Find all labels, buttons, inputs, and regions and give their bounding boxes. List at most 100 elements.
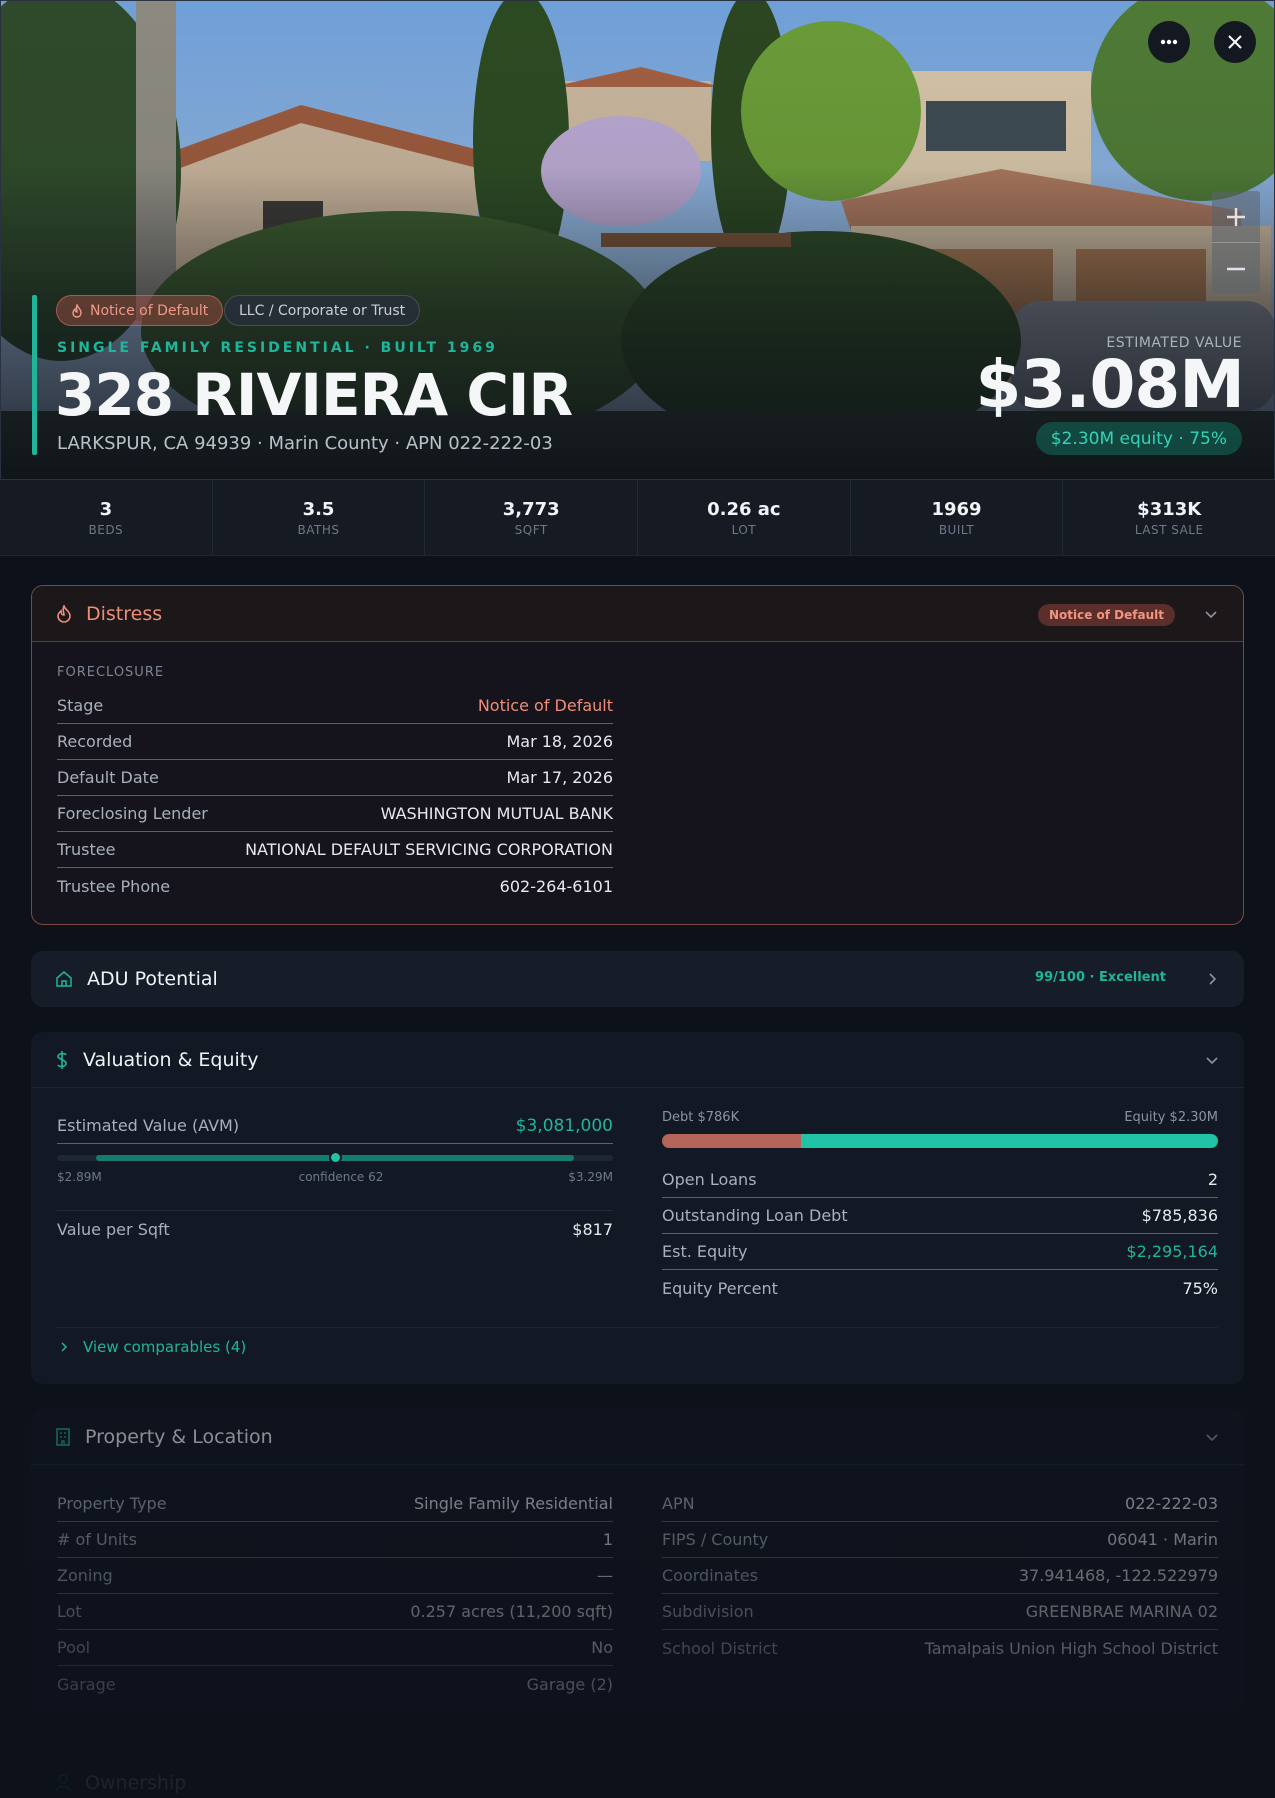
ownership-header[interactable]: Ownership <box>31 1755 1244 1798</box>
zoning-row: Zoning — <box>57 1558 613 1594</box>
close-icon <box>1228 35 1242 49</box>
distress-row-lender: Foreclosing Lender WASHINGTON MUTUAL BANK <box>57 796 613 832</box>
row-value: — <box>597 1566 613 1585</box>
row-label: Equity Percent <box>662 1278 778 1298</box>
distress-header[interactable]: Distress Notice of Default <box>32 586 1243 642</box>
minus-icon <box>1227 267 1245 270</box>
more-options-button[interactable] <box>1148 21 1190 63</box>
row-value: $817 <box>572 1220 613 1239</box>
adu-header[interactable]: ADU Potential 99/100 · Excellent <box>31 951 1244 1007</box>
row-value: 06041 · Marin <box>1107 1530 1218 1549</box>
stat-value: 0.26 ac <box>707 499 781 520</box>
foreclosure-section-label: FORECLOSURE <box>57 665 165 680</box>
row-value: 602-264-6101 <box>499 876 613 896</box>
debt-label: Debt $786K <box>662 1110 740 1125</box>
ownership-title: Ownership <box>85 1772 187 1794</box>
stat-label: BUILT <box>938 523 975 537</box>
close-button[interactable] <box>1214 21 1256 63</box>
view-comparables-label: View comparables (4) <box>83 1338 247 1356</box>
stat-label: SQFT <box>514 523 548 537</box>
adu-score: 99/100 · Excellent <box>1035 970 1166 985</box>
row-label: Garage <box>57 1674 116 1694</box>
adu-title: ADU Potential <box>87 968 218 990</box>
row-label: Lot <box>57 1602 82 1621</box>
debt-segment <box>662 1134 801 1148</box>
row-value: $2,295,164 <box>1126 1242 1218 1261</box>
subdivision-row: Subdivision GREENBRAE MARINA 02 <box>662 1594 1218 1630</box>
row-value: 2 <box>1207 1170 1218 1189</box>
row-label: Property Type <box>57 1494 167 1513</box>
row-label: Default Date <box>57 768 159 787</box>
row-label: Trustee <box>57 840 116 859</box>
distress-row-recorded: Recorded Mar 18, 2026 <box>57 724 613 760</box>
ownership-card[interactable]: Ownership <box>31 1755 1244 1798</box>
equity-percent-row: Equity Percent 75% <box>662 1270 1218 1306</box>
flame-icon <box>72 303 82 318</box>
avm-row: Estimated Value (AVM) $3,081,000 <box>57 1108 613 1144</box>
distress-card: Distress Notice of Default FORECLOSURE S… <box>31 585 1244 925</box>
row-value: WASHINGTON MUTUAL BANK <box>380 804 613 823</box>
stat-value: 3 <box>99 499 113 520</box>
valuation-equity-card: Valuation & Equity Estimated Value (AVM)… <box>31 1032 1244 1384</box>
distress-title: Distress <box>86 602 163 625</box>
row-value: Mar 17, 2026 <box>506 768 613 787</box>
property-address: 328 RIVIERA CIR <box>55 361 573 429</box>
row-label: Zoning <box>57 1566 113 1585</box>
zoom-out-button[interactable] <box>1212 243 1260 294</box>
distress-row-default-date: Default Date Mar 17, 2026 <box>57 760 613 796</box>
row-value: 37.941468, -122.522979 <box>1018 1566 1218 1585</box>
row-label: Coordinates <box>662 1566 759 1585</box>
row-label: Outstanding Loan Debt <box>662 1206 848 1225</box>
owner-type-label: LLC / Corporate or Trust <box>239 302 406 319</box>
equity-pill: $2.30M equity · 75% <box>1035 422 1242 455</box>
row-value: 75% <box>1182 1278 1218 1298</box>
building-icon <box>56 1427 70 1446</box>
stat-value: $313K <box>1137 499 1202 520</box>
row-value: Mar 18, 2026 <box>506 732 613 751</box>
row-label: Subdivision <box>662 1602 754 1621</box>
chevron-down-icon[interactable] <box>1204 1052 1220 1068</box>
row-value: 0.257 acres (11,200 sqft) <box>410 1602 613 1621</box>
stat-label: LAST SALE <box>1134 523 1204 537</box>
units-row: # of Units 1 <box>57 1522 613 1558</box>
adu-potential-card[interactable]: ADU Potential 99/100 · Excellent <box>31 951 1244 1007</box>
row-value: NATIONAL DEFAULT SERVICING CORPORATION <box>245 840 613 859</box>
valuation-header[interactable]: Valuation & Equity <box>31 1032 1244 1088</box>
dollar-icon <box>57 1050 67 1069</box>
zoom-in-button[interactable] <box>1212 191 1260 242</box>
row-label: Est. Equity <box>662 1242 748 1261</box>
chevron-down-icon[interactable] <box>1203 606 1219 622</box>
loan-debt-row: Outstanding Loan Debt $785,836 <box>662 1198 1218 1234</box>
chevron-right-icon[interactable] <box>1204 971 1220 987</box>
range-high: $3.29M <box>568 1170 613 1184</box>
row-label: Open Loans <box>662 1170 757 1189</box>
chevron-right-icon <box>61 1342 68 1352</box>
confidence-range-bar <box>57 1151 613 1164</box>
distress-row-trustee: Trustee NATIONAL DEFAULT SERVICING CORPOR… <box>57 832 613 868</box>
view-comparables-link[interactable]: View comparables (4) <box>57 1338 246 1356</box>
property-header[interactable]: Property & Location <box>31 1409 1244 1465</box>
row-value: Single Family Residential <box>414 1494 613 1513</box>
row-value: GREENBRAE MARINA 02 <box>1025 1602 1218 1621</box>
stat-value: 3.5 <box>302 499 335 520</box>
school-district-row: School District Tamalpais Union High Scho… <box>662 1630 1218 1666</box>
property-type-eyebrow: SINGLE FAMILY RESIDENTIAL · BUILT 1969 <box>57 340 498 356</box>
distress-status-badge: Notice of Default <box>1037 604 1175 626</box>
stat-lot: 0.26 ac LOT <box>638 480 851 555</box>
garage-row: Garage Garage (2) <box>57 1666 613 1702</box>
valuation-title: Valuation & Equity <box>83 1048 259 1071</box>
row-value: Notice of Default <box>477 696 613 715</box>
property-type-row: Property Type Single Family Residential <box>57 1486 613 1522</box>
distress-badge-label: Notice of Default <box>90 302 209 319</box>
row-label: # of Units <box>57 1530 137 1549</box>
stat-baths: 3.5 BATHS <box>213 480 426 555</box>
stats-bar: 3 BEDS 3.5 BATHS 3,773 SQFT 0.26 ac LOT 1969… <box>0 480 1275 556</box>
chevron-down-icon[interactable] <box>1204 1429 1220 1445</box>
row-label: Recorded <box>57 732 133 751</box>
row-label: Foreclosing Lender <box>57 804 208 823</box>
pool-row: Pool No <box>57 1630 613 1666</box>
confidence-label: confidence 62 <box>298 1170 384 1184</box>
home-icon <box>56 971 72 987</box>
row-label: School District <box>662 1638 778 1658</box>
accent-bar <box>32 295 37 455</box>
